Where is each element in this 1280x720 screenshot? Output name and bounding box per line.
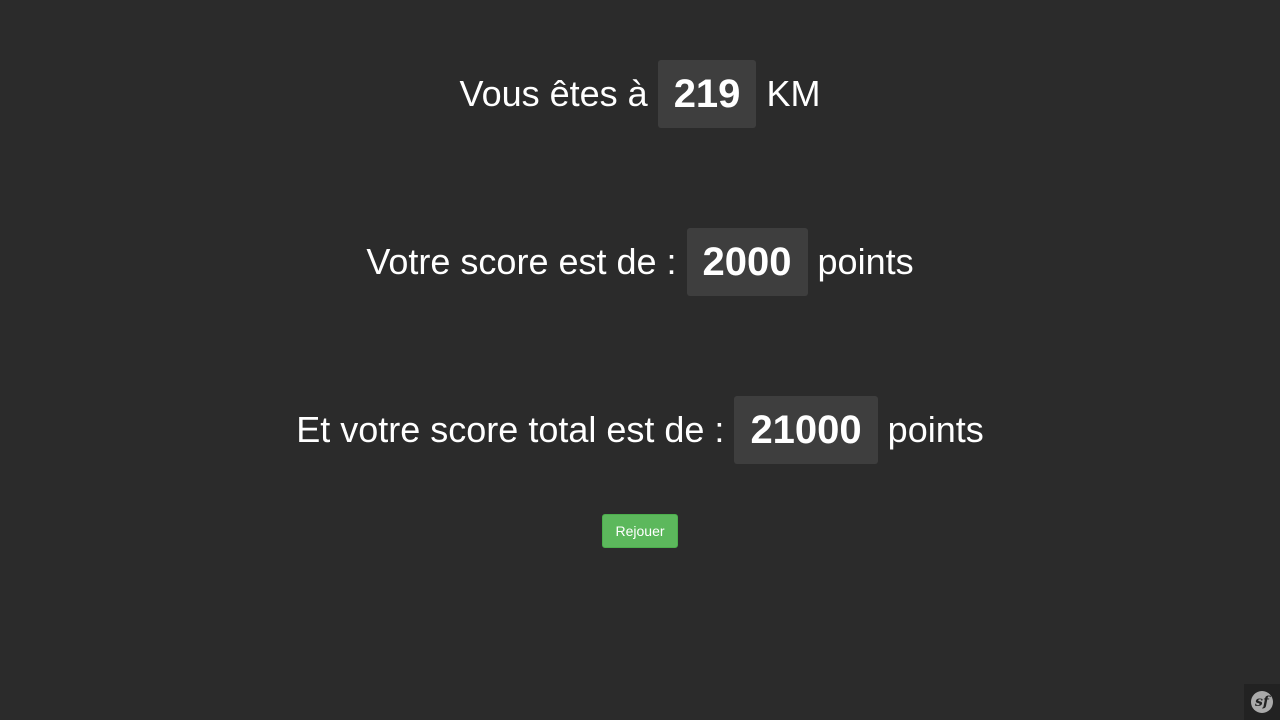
symfony-icon: sf — [1251, 691, 1273, 713]
replay-button[interactable]: Rejouer — [602, 514, 678, 548]
debug-toolbar-toggle[interactable]: sf — [1244, 684, 1280, 720]
score-line: Votre score est de : 2000 points — [0, 228, 1280, 296]
total-score-value: 21000 — [734, 396, 878, 464]
distance-value: 219 — [657, 60, 757, 128]
result-page: Vous êtes à 219 KM Votre score est de : … — [0, 0, 1280, 720]
score-value: 2000 — [686, 228, 808, 296]
total-score-unit: points — [887, 409, 984, 450]
total-score-line: Et votre score total est de : 21000 poin… — [0, 396, 1280, 464]
score-unit: points — [817, 241, 914, 282]
distance-unit: KM — [766, 73, 821, 114]
total-score-prefix: Et votre score total est de : — [296, 409, 725, 450]
distance-line: Vous êtes à 219 KM — [0, 60, 1280, 128]
distance-prefix: Vous êtes à — [459, 73, 648, 114]
score-prefix: Votre score est de : — [366, 241, 677, 282]
